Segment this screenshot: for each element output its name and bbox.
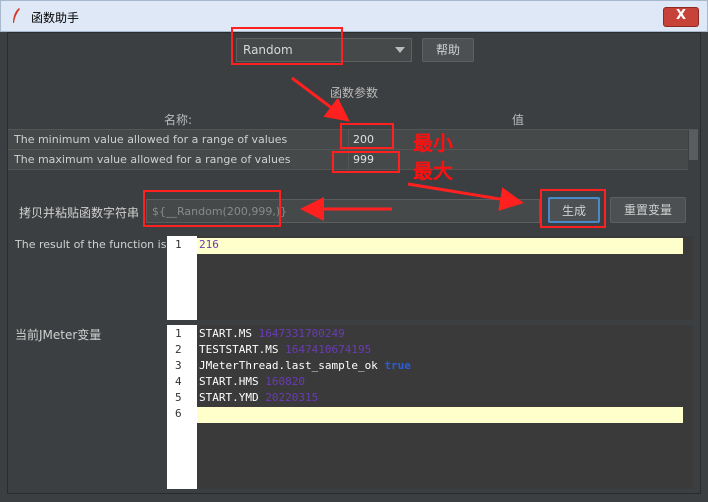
- line-number: 6: [175, 407, 182, 420]
- line-number: 1: [175, 238, 182, 251]
- vars-editor[interactable]: 1 2 3 4 5 6 START.MS 1647331700249 TESTS…: [167, 325, 693, 489]
- line-number: 5: [175, 391, 182, 404]
- annotation-box-generate: [540, 189, 606, 228]
- current-line-highlight: [197, 238, 683, 254]
- title-bar: 函数助手 X: [0, 0, 708, 32]
- annotation-box-max: [332, 151, 400, 173]
- params-scrollbar[interactable]: [689, 130, 698, 160]
- var-line: START.HMS 160820: [199, 375, 305, 388]
- reset-vars-button[interactable]: 重置变量: [610, 197, 686, 223]
- window-title: 函数助手: [31, 11, 80, 25]
- chevron-down-icon: [395, 47, 405, 53]
- result-label: The result of the function is: [15, 238, 167, 251]
- line-number: 4: [175, 375, 182, 388]
- line-number: 3: [175, 359, 182, 372]
- header-name: 名称:: [163, 113, 193, 127]
- annotation-box-string: [143, 190, 281, 227]
- var-line: TESTSTART.MS 1647410674195: [199, 343, 372, 356]
- annotation-min-text: 最小: [413, 131, 453, 155]
- result-value: 216: [199, 238, 219, 251]
- var-line: JMeterThread.last_sample_ok true: [199, 359, 411, 372]
- copy-label: 拷贝并粘贴函数字符串: [19, 206, 140, 220]
- var-line: START.MS 1647331700249: [199, 327, 345, 340]
- param-name: The maximum value allowed for a range of…: [14, 153, 291, 166]
- close-button[interactable]: X: [663, 7, 699, 27]
- result-editor[interactable]: 1 216: [167, 236, 693, 320]
- line-gutter: 1 2 3 4 5 6: [167, 325, 197, 489]
- params-section-title: 函数参数: [329, 86, 378, 100]
- line-number: 2: [175, 343, 182, 356]
- app-feather-icon: [13, 8, 20, 23]
- line-number: 1: [175, 327, 182, 340]
- header-value: 值: [511, 113, 524, 127]
- line-gutter: 1: [167, 236, 197, 320]
- annotation-box-min: [340, 123, 394, 149]
- annotation-max-text: 最大: [413, 159, 453, 183]
- vars-code-area[interactable]: START.MS 1647331700249 TESTSTART.MS 1647…: [197, 325, 693, 489]
- current-line-highlight: [197, 407, 683, 423]
- help-button[interactable]: 帮助: [422, 38, 474, 62]
- result-code-area[interactable]: 216: [197, 236, 693, 320]
- var-line: START.YMD 20220315: [199, 391, 319, 404]
- annotation-box-function: [231, 27, 343, 65]
- vars-label: 当前JMeter变量: [15, 328, 102, 342]
- param-name: The minimum value allowed for a range of…: [14, 133, 288, 146]
